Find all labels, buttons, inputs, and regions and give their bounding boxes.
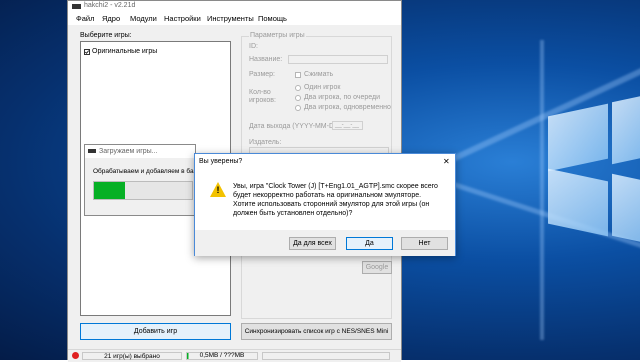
- windows-logo-pane: [548, 103, 608, 172]
- name-label: Название:: [249, 56, 283, 63]
- window-title: hakchi2 - v2.21d: [84, 2, 136, 9]
- light-beam: [540, 40, 544, 340]
- original-games-label: Оригинальные игры: [92, 48, 158, 55]
- menu-file[interactable]: Файл: [76, 14, 94, 23]
- selected-count: 21 игр(ы) выбрано: [82, 352, 182, 360]
- check-icon: [85, 50, 89, 54]
- windows-logo-pane: [548, 168, 608, 237]
- menu-bar: Файл Ядро Модули Настройки Инструменты П…: [68, 12, 401, 25]
- params-title: Параметры игры: [249, 32, 306, 39]
- close-icon[interactable]: ✕: [443, 157, 450, 166]
- two-simultaneous-label: Два игрока, одновременно: [304, 104, 391, 111]
- sync-button[interactable]: Синхронизировать список игр с NES/SNES M…: [241, 323, 392, 340]
- windows-logo-pane: [612, 93, 640, 165]
- original-games-checkbox[interactable]: [84, 49, 90, 55]
- status-empty-cell: [262, 352, 390, 360]
- status-bar: 21 игр(ы) выбрано 0,5MB / ???MB: [68, 349, 401, 362]
- release-date-field[interactable]: __-__-__: [332, 121, 363, 130]
- one-player-radio[interactable]: [295, 85, 301, 91]
- no-button[interactable]: Нет: [401, 237, 448, 250]
- menu-settings[interactable]: Настройки: [164, 14, 201, 23]
- players-label-2: игроков:: [249, 97, 276, 104]
- id-label: ID:: [249, 43, 258, 50]
- confirm-dialog: Вы уверены? ✕ ! Увы, игра "Clock Tower (…: [194, 153, 456, 256]
- progress-fill: [94, 182, 126, 199]
- name-field[interactable]: [288, 55, 388, 64]
- dialog-title: Вы уверены?: [199, 158, 243, 165]
- two-alternate-radio[interactable]: [295, 95, 301, 101]
- two-simultaneous-radio[interactable]: [295, 105, 301, 111]
- loading-progress-bar: [93, 181, 193, 200]
- size-text: 0,5MB / ???MB: [199, 352, 245, 359]
- publisher-label: Издатель:: [249, 139, 282, 146]
- compress-label: Сжимать: [304, 71, 334, 78]
- players-label-1: Кол-во: [249, 89, 271, 96]
- loading-title-bar: Загружаем игры...: [85, 145, 195, 158]
- yes-all-button[interactable]: Да для всех: [289, 237, 336, 250]
- one-player-label: Один игрок: [304, 84, 341, 91]
- release-date-label: Дата выхода (YYYY-MM-DD):: [249, 123, 344, 130]
- dialog-message: Увы, игра "Clock Tower (J) [T+Eng1.01_AG…: [233, 183, 438, 217]
- status-indicator-icon: [72, 352, 79, 359]
- select-games-label: Выберите игры:: [80, 32, 132, 39]
- add-games-button[interactable]: Добавить игр: [80, 323, 231, 340]
- two-alternate-label: Два игрока, по очереди: [304, 94, 381, 101]
- menu-modules[interactable]: Модули: [130, 14, 157, 23]
- warning-mark: !: [216, 185, 220, 195]
- app-icon: [88, 149, 96, 153]
- menu-help[interactable]: Помощь: [258, 14, 287, 23]
- menu-core[interactable]: Ядро: [102, 14, 120, 23]
- size-label: Размер:: [249, 71, 276, 78]
- yes-button[interactable]: Да: [346, 237, 393, 250]
- loading-title: Загружаем игры...: [99, 148, 158, 155]
- loading-dialog: Загружаем игры... Обрабатываем и добавля…: [84, 144, 196, 216]
- menu-tools[interactable]: Инструменты: [207, 14, 254, 23]
- compress-checkbox[interactable]: [295, 72, 301, 78]
- app-icon: [72, 4, 81, 9]
- google-button[interactable]: Google: [362, 261, 392, 274]
- dialog-footer: Да для всех Да Нет: [195, 230, 455, 256]
- windows-logo-pane: [612, 173, 640, 245]
- loading-text: Обрабатываем и добавляем в ба: [93, 168, 194, 175]
- title-bar: hakchi2 - v2.21d: [68, 1, 401, 12]
